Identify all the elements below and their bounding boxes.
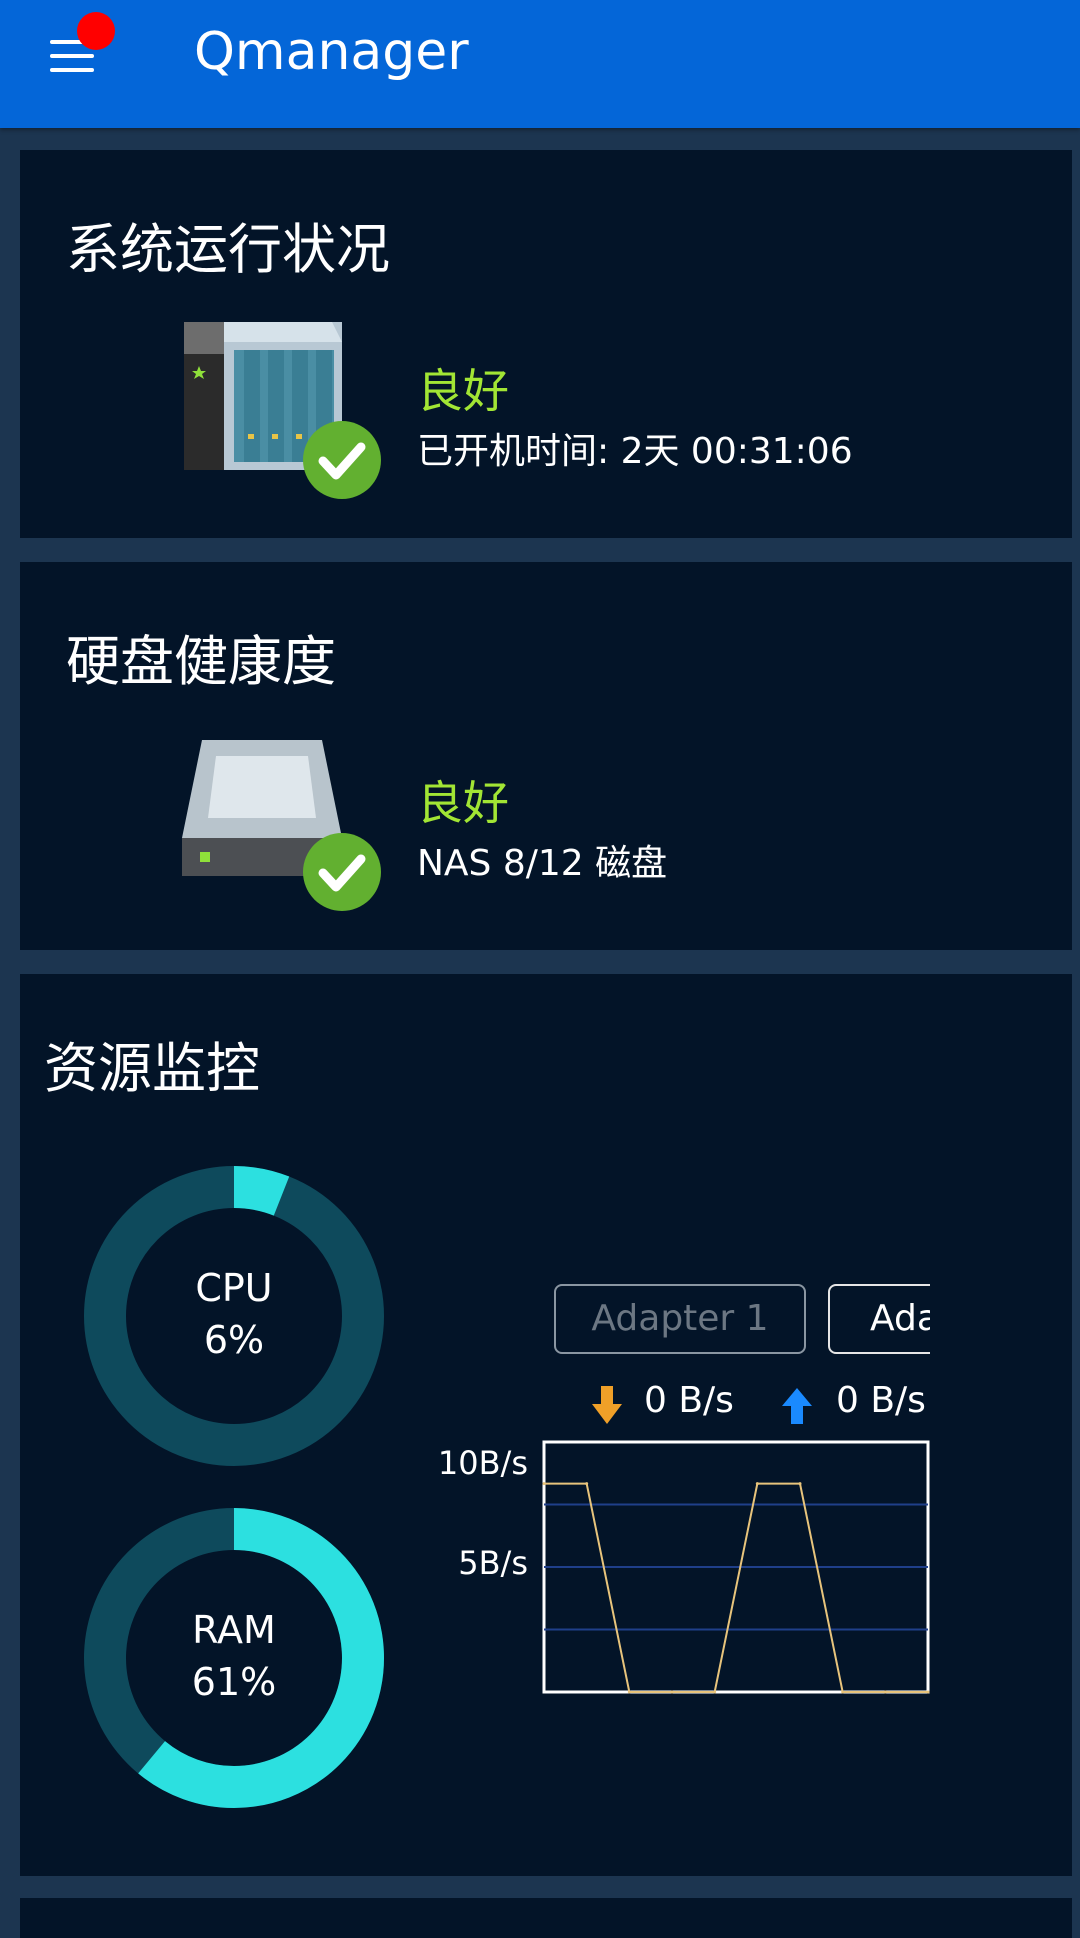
ram-value: 61% [191,1660,277,1704]
menu-icon-bar-3 [50,68,94,72]
system-status-card[interactable]: 系统运行状况 良好 已开机时间: 2天 00:31:06 [20,150,1072,538]
card-title: 资源监控 [44,1037,260,1100]
uptime-text: 已开机时间: 2天 00:31:06 [417,431,853,472]
upload-speed: 0 B/s [836,1380,926,1421]
cpu-label: CPU [195,1266,273,1310]
check-icon [303,421,381,499]
menu-icon-bar-2 [50,54,94,58]
app-title: Qmanager [194,22,469,82]
download-speed: 0 B/s [644,1380,734,1421]
disk-count-text: NAS 8/12 磁盘 [417,843,668,884]
data-point [883,1690,887,1694]
ram-gauge: RAM 61% [84,1508,384,1808]
data-point [755,1482,759,1486]
data-point [627,1690,631,1694]
data-point [670,1690,674,1694]
data-point [585,1482,589,1486]
notification-dot [77,12,115,50]
y-tick-label: 5B/s [458,1544,528,1582]
check-icon [303,833,381,911]
disk-status-text: 良好 [417,776,509,830]
resource-monitor-card[interactable]: 资源监控 CPU 6% RAM 61% Adapter 1 Ada 0 B/s [20,974,1072,1876]
ram-label: RAM [192,1608,276,1652]
system-status-text: 良好 [417,364,509,418]
adapter-2-tab[interactable]: Ada [828,1284,930,1354]
cpu-value: 6% [203,1318,265,1362]
data-point [926,1690,930,1694]
card-title: 系统运行状况 [66,218,390,281]
download-arrow-icon [590,1386,624,1426]
adapter-tabs: Adapter 1 Ada [554,1284,930,1358]
app-bar: Qmanager [0,0,1080,128]
network-chart [542,1440,930,1694]
data-point [841,1690,845,1694]
card-title: 硬盘健康度 [66,630,336,693]
next-card [20,1898,1072,1938]
data-point [542,1482,546,1486]
y-tick-label: 10B/s [437,1444,528,1482]
cpu-gauge: CPU 6% [84,1166,384,1466]
data-point [713,1690,717,1694]
disk-health-card[interactable]: 硬盘健康度 良好 NAS 8/12 磁盘 [20,562,1072,950]
data-point [798,1482,802,1486]
adapter-1-tab[interactable]: Adapter 1 [554,1284,806,1354]
upload-arrow-icon [780,1386,814,1426]
